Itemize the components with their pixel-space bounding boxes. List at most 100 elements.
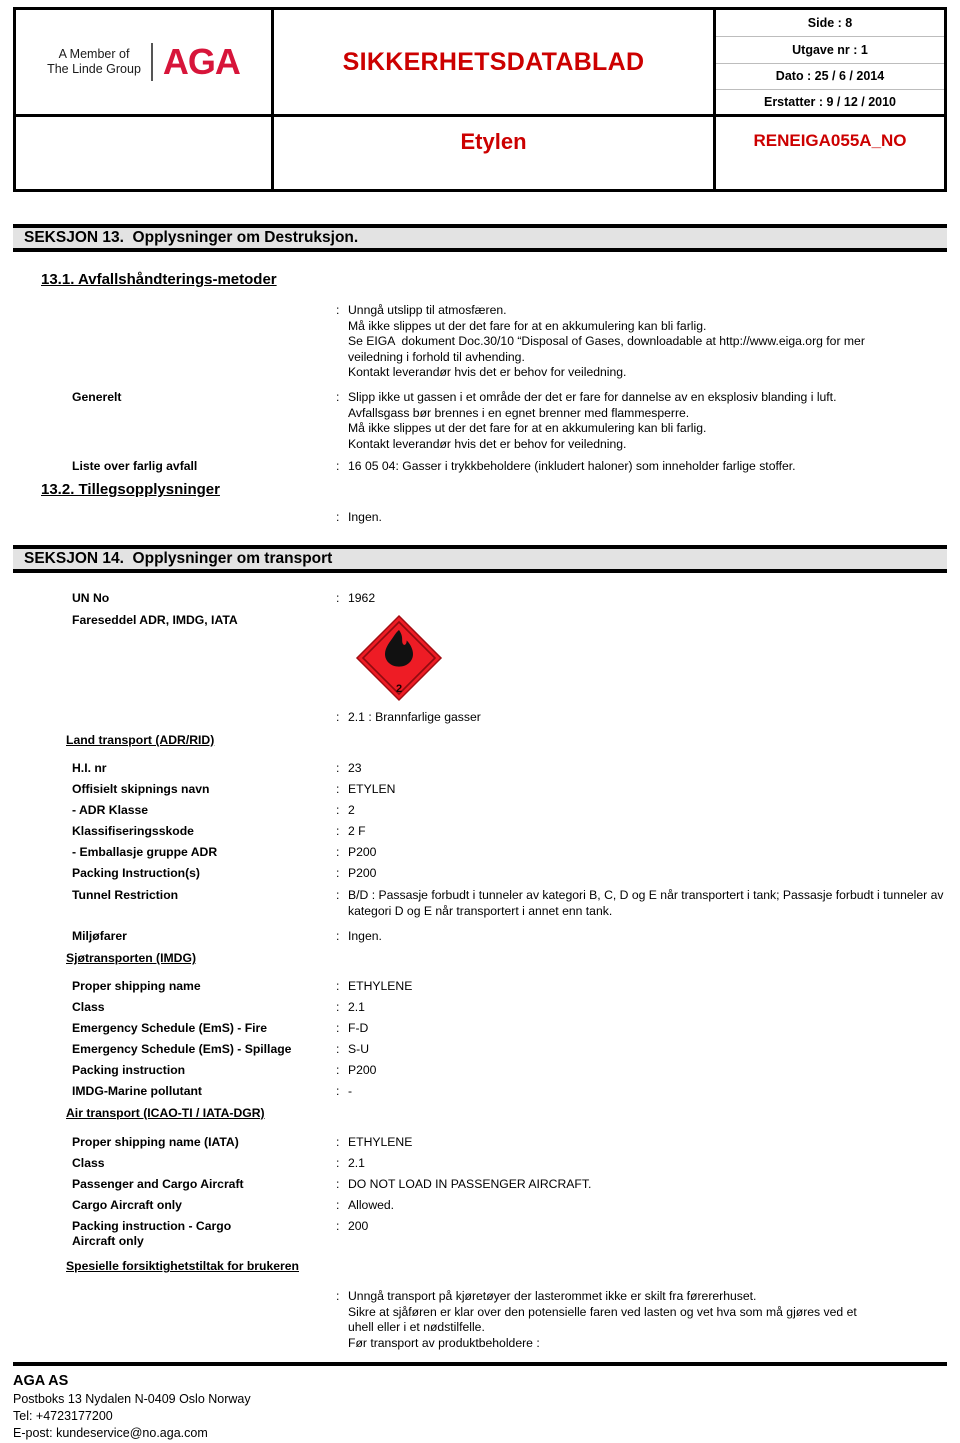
linde-line-1: A Member of xyxy=(58,47,130,61)
footer-divider xyxy=(13,1362,947,1366)
footer-company-name: AGA AS xyxy=(13,1373,69,1389)
header-logo-column: A Member of The Linde Group AGA xyxy=(16,10,274,189)
colon-sea-shipping-name: : xyxy=(336,979,340,993)
label-ems-fire: Emergency Schedule (EmS) - Fire xyxy=(72,1021,268,1035)
header-title-column: SIKKERHETSDATABLAD Etylen xyxy=(274,10,716,189)
value-adr-klasse: 2 xyxy=(348,803,355,817)
subsection-13-1-heading: 13.1. Avfallshåndterings-metoder xyxy=(41,271,277,288)
label-emballasje-gruppe-adr: - Emballasje gruppe ADR xyxy=(72,845,218,859)
colon-air-shipping-name: : xyxy=(336,1135,340,1149)
header-meta-column: Side : 8 Utgave nr : 1 Dato : 25 / 6 / 2… xyxy=(716,10,944,189)
value-ems-fire: F-D xyxy=(348,1021,369,1035)
header-logo-blank-cell xyxy=(16,117,271,189)
label-liste-over-farlig-avfall: Liste over farlig avfall xyxy=(72,459,198,473)
document-reference-cell: RENEIGA055A_NO xyxy=(716,117,944,189)
label-packing-instruction-cargo-aircraft-only: Packing instruction - Cargo Aircraft onl… xyxy=(72,1219,232,1248)
label-klassifiseringskode: Klassifiseringsskode xyxy=(72,824,194,838)
generelt-value: Slipp ikke ut gassen i et område der det… xyxy=(348,390,837,451)
waste-list-value: 16 05 04: Gasser i trykkbeholdere (inklu… xyxy=(348,459,796,473)
heading-sea-transport: Sjøtransporten (IMDG) xyxy=(66,951,196,965)
hazard-label-class-2-1: 2 xyxy=(355,614,443,702)
colon-passenger-cargo: : xyxy=(336,1177,340,1191)
aga-linde-logo: A Member of The Linde Group AGA xyxy=(47,43,241,81)
label-sea-class: Class xyxy=(72,1000,105,1014)
sds-page: A Member of The Linde Group AGA SIKKERHE… xyxy=(0,0,960,1443)
label-packing-instructions: Packing Instruction(s) xyxy=(72,866,200,880)
colon-generelt: : xyxy=(336,390,340,404)
label-imdg-marine-pollutant: IMDG-Marine pollutant xyxy=(72,1084,202,1098)
label-fareseddel: Fareseddel ADR, IMDG, IATA xyxy=(72,613,238,627)
value-emballasje-gruppe-adr: P200 xyxy=(348,845,377,859)
waste-methods-intro-value: Unngå utslipp til atmosfæren. Må ikke sl… xyxy=(348,303,865,379)
colon-packing-instructions: : xyxy=(336,866,340,880)
colon-sea-packing: : xyxy=(336,1063,340,1077)
colon-ems-spillage: : xyxy=(336,1042,340,1056)
colon-ems-fire: : xyxy=(336,1021,340,1035)
logo-cell: A Member of The Linde Group AGA xyxy=(16,10,271,117)
colon-tunnel-restriction: : xyxy=(336,888,340,902)
label-air-class: Class xyxy=(72,1156,105,1170)
colon-un-no: : xyxy=(336,591,340,605)
value-tunnel-restriction: B/D : Passasje forbudt i tunneler av kat… xyxy=(348,888,944,918)
document-reference: RENEIGA055A_NO xyxy=(753,131,907,150)
colon-klassifiseringskode: : xyxy=(336,824,340,838)
value-air-class: 2.1 xyxy=(348,1156,365,1170)
document-title-cell: SIKKERHETSDATABLAD xyxy=(274,10,713,117)
label-air-proper-shipping-name: Proper shipping name (IATA) xyxy=(72,1135,239,1149)
colon-air-class: : xyxy=(336,1156,340,1170)
meta-page: Side : 8 xyxy=(716,10,944,37)
meta-revision: Utgave nr : 1 xyxy=(716,37,944,64)
meta-date: Dato : 25 / 6 / 2014 xyxy=(716,64,944,91)
colon-hi-nr: : xyxy=(336,761,340,775)
additional-info-value: Ingen. xyxy=(348,510,382,524)
label-ems-spillage: Emergency Schedule (EmS) - Spillage xyxy=(72,1042,292,1056)
colon-miljofarer: : xyxy=(336,929,340,943)
value-imdg-marine-pollutant: - xyxy=(348,1084,353,1098)
value-sea-proper-shipping-name: ETHYLENE xyxy=(348,979,413,993)
colon-hazard-class: : xyxy=(336,710,340,724)
label-offisielt-skipnings-navn: Offisielt skipnings navn xyxy=(72,782,210,796)
colon-air-packing: : xyxy=(336,1219,340,1233)
label-tunnel-restriction: Tunnel Restriction xyxy=(72,888,179,902)
value-ems-spillage: S-U xyxy=(348,1042,369,1056)
product-name-cell: Etylen xyxy=(274,117,713,189)
value-packing-instruction-cargo-aircraft-only: 200 xyxy=(348,1219,369,1233)
value-air-proper-shipping-name: ETHYLENE xyxy=(348,1135,413,1149)
colon-precautions: : xyxy=(336,1289,340,1303)
logo-divider xyxy=(150,43,153,81)
diamond-class-number: 2 xyxy=(396,683,402,695)
value-passenger-and-cargo-aircraft: DO NOT LOAD IN PASSENGER AIRCRAFT. xyxy=(348,1177,592,1191)
section-14-title: SEKSJON 14. Opplysninger om transport xyxy=(24,550,333,567)
section-13-title: SEKSJON 13. Opplysninger om Destruksjon. xyxy=(24,229,359,246)
label-sea-proper-shipping-name: Proper shipping name xyxy=(72,979,201,993)
colon-13-2: : xyxy=(336,510,340,524)
label-miljofarer: Miljøfarer xyxy=(72,929,127,943)
hazard-diamond-svg: 2 xyxy=(355,614,443,702)
colon-sea-class: : xyxy=(336,1000,340,1014)
value-packing-instructions: P200 xyxy=(348,866,377,880)
section-13-bar: SEKSJON 13. Opplysninger om Destruksjon. xyxy=(13,224,947,252)
colon-emballasje: : xyxy=(336,845,340,859)
section-14-bar: SEKSJON 14. Opplysninger om transport xyxy=(13,545,947,573)
colon-waste-list: : xyxy=(336,459,340,473)
label-passenger-and-cargo-aircraft: Passenger and Cargo Aircraft xyxy=(72,1177,244,1191)
colon-adr-klasse: : xyxy=(336,803,340,817)
colon-cargo-aircraft-only: : xyxy=(336,1198,340,1212)
label-hi-nr: H.I. nr xyxy=(72,761,107,775)
value-special-precautions: Unngå transport på kjøretøyer der laster… xyxy=(348,1289,857,1350)
label-generelt: Generelt xyxy=(72,390,122,404)
meta-supersedes: Erstatter : 9 / 12 / 2010 xyxy=(716,90,944,117)
value-klassifiseringskode: 2 F xyxy=(348,824,366,838)
label-sea-packing-instruction: Packing instruction xyxy=(72,1063,186,1077)
footer-block: AGA AS Postboks 13 Nydalen N-0409 Oslo N… xyxy=(13,1372,251,1442)
footer-telephone: Tel: +4723177200 xyxy=(13,1409,113,1423)
value-hi-nr: 23 xyxy=(348,761,362,775)
linde-group-text: A Member of The Linde Group xyxy=(47,47,141,77)
footer-address: Postboks 13 Nydalen N-0409 Oslo Norway xyxy=(13,1392,251,1406)
label-adr-klasse: - ADR Klasse xyxy=(72,803,149,817)
colon-skipnings-navn: : xyxy=(336,782,340,796)
document-title: SIKKERHETSDATABLAD xyxy=(342,47,645,76)
label-cargo-aircraft-only: Cargo Aircraft only xyxy=(72,1198,182,1212)
value-cargo-aircraft-only: Allowed. xyxy=(348,1198,395,1212)
footer-email: E-post: kundeservice@no.aga.com xyxy=(13,1426,208,1440)
